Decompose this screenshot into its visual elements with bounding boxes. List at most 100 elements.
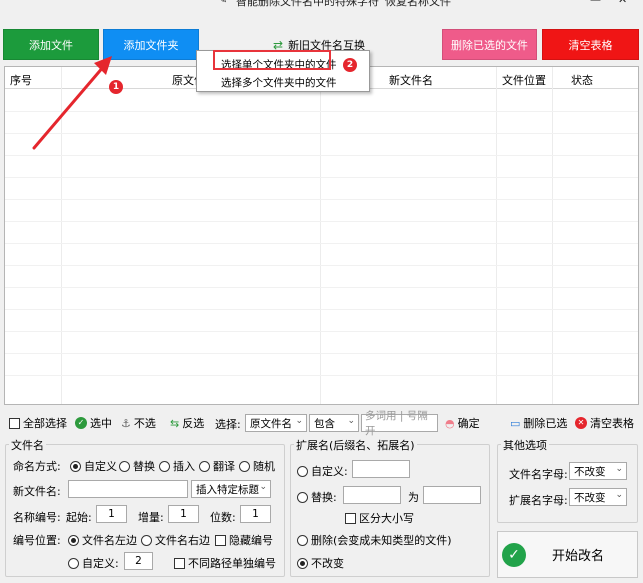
pos-right-label: 文件名右边 xyxy=(155,534,210,547)
ext-delete-radio[interactable]: 删除(会变成未知类型的文件) xyxy=(297,532,452,548)
mode-insert-label: 插入 xyxy=(173,460,195,473)
radio-icon xyxy=(68,534,79,546)
pos-left-radio[interactable]: 文件名左边 xyxy=(68,532,137,548)
extension-group-title: 扩展名(后缀名、拓展名) xyxy=(294,437,417,453)
separate-path-checkbox[interactable]: 不同路径单独编号 xyxy=(174,555,276,571)
chevron-down-icon: ⌄ xyxy=(615,464,623,474)
confirm-label: 确定 xyxy=(457,417,480,430)
digits-label: 位数: xyxy=(210,511,236,524)
start-label: 起始: xyxy=(66,511,92,524)
ext-case-label: 扩展名字母: xyxy=(509,494,568,507)
insert-title-select[interactable]: 插入特定标题 ⌄ xyxy=(191,480,271,498)
start-input[interactable]: 1 xyxy=(96,505,127,523)
ext-replace-label: 替换: xyxy=(311,491,337,504)
invert-icon: ⇆ xyxy=(170,416,180,430)
case-sensitive-checkbox[interactable]: 区分大小写 xyxy=(345,510,414,526)
number-label: 名称编号: xyxy=(13,511,61,524)
mode-translate-label: 翻译 xyxy=(213,460,235,473)
ext-case-value: 不改变 xyxy=(574,491,606,504)
mode-replace-radio[interactable]: 替换 xyxy=(119,458,155,474)
insert-title-value: 插入特定标题 xyxy=(196,483,259,496)
annotation-badge-1: 1 xyxy=(109,80,123,94)
ext-delete-label: 删除(会变成未知类型的文件) xyxy=(311,534,452,547)
confirm-icon: ◓ xyxy=(445,416,455,430)
select-button[interactable]: ✓ 选中 xyxy=(75,415,112,431)
ext-replace-to-input[interactable] xyxy=(423,486,481,504)
ext-custom-label: 自定义: xyxy=(311,465,348,478)
select-all-label: 全部选择 xyxy=(23,417,67,430)
separate-path-label: 不同路径单独编号 xyxy=(188,557,276,570)
check-circle-icon: ✓ xyxy=(75,417,87,429)
checkbox-icon xyxy=(9,417,20,429)
case-sensitive-label: 区分大小写 xyxy=(359,512,414,525)
ext-to-label: 为 xyxy=(408,491,419,504)
filename-case-value: 不改变 xyxy=(574,465,606,478)
clear-table-label: 清空表格 xyxy=(590,417,634,430)
checkbox-icon xyxy=(174,557,185,569)
pos-custom-radio[interactable]: 自定义: xyxy=(68,555,119,571)
radio-icon xyxy=(70,460,81,472)
checkbox-icon xyxy=(215,534,226,546)
select-label: 选中 xyxy=(90,417,112,430)
radio-icon xyxy=(159,460,170,472)
mode-custom-radio[interactable]: 自定义 xyxy=(70,458,117,474)
step-input[interactable]: 1 xyxy=(168,505,199,523)
other-options-title: 其他选项 xyxy=(501,437,549,453)
chevron-down-icon: ⌄ xyxy=(295,416,303,426)
radio-icon xyxy=(68,557,79,569)
clear-table-small-button[interactable]: ✕ 清空表格 xyxy=(575,415,634,431)
radio-icon xyxy=(119,460,130,472)
ext-custom-radio[interactable]: 自定义: xyxy=(297,463,348,479)
custom-position-input[interactable]: 2 xyxy=(124,552,153,570)
selection-toolbar: 全部选择 ✓ 选中 ⚓ 不选 ⇆ 反选 选择: 原文件名 ⌄ 包含 ⌄ 多词用 … xyxy=(0,410,643,437)
chevron-down-icon: ⌄ xyxy=(347,416,355,426)
pos-right-radio[interactable]: 文件名右边 xyxy=(141,532,210,548)
mode-translate-radio[interactable]: 翻译 xyxy=(199,458,235,474)
step-label: 增量: xyxy=(138,511,164,524)
other-options-group: 其他选项 xyxy=(497,437,638,523)
delete-selected-label: 删除已选 xyxy=(523,417,568,430)
radio-icon xyxy=(239,460,250,472)
check-circle-icon: ✓ xyxy=(502,542,526,567)
new-name-input[interactable] xyxy=(68,480,188,498)
digits-input[interactable]: 1 xyxy=(240,505,271,523)
hide-number-checkbox[interactable]: 隐藏编号 xyxy=(215,532,273,548)
filename-group-title: 文件名 xyxy=(9,437,46,453)
choose-label: 选择: xyxy=(215,418,241,431)
ext-no-change-radio[interactable]: 不改变 xyxy=(297,555,344,571)
radio-icon xyxy=(297,491,308,503)
field-select[interactable]: 原文件名 ⌄ xyxy=(245,414,307,432)
radio-icon xyxy=(297,557,308,569)
new-name-label: 新文件名: xyxy=(13,485,61,498)
close-circle-icon: ✕ xyxy=(575,417,587,429)
start-rename-label: 开始改名 xyxy=(552,549,605,564)
delete-selected-button[interactable]: ▭ 删除已选 xyxy=(510,415,567,431)
pos-custom-label: 自定义: xyxy=(82,557,119,570)
start-rename-button[interactable]: ✓ 开始改名 xyxy=(497,531,638,578)
invert-button[interactable]: ⇆ 反选 xyxy=(170,415,204,431)
unselect-label: 不选 xyxy=(133,417,156,430)
unselect-button[interactable]: ⚓ 不选 xyxy=(121,415,156,431)
mode-custom-label: 自定义 xyxy=(84,460,117,473)
filter-input[interactable]: 多词用 | 号隔开 xyxy=(361,410,438,437)
chevron-down-icon: ⌄ xyxy=(615,490,623,500)
filter-placeholder: 多词用 | 号隔开 xyxy=(365,410,428,437)
checkbox-icon xyxy=(345,512,356,524)
select-all-checkbox[interactable]: 全部选择 xyxy=(9,415,67,431)
radio-icon xyxy=(199,460,210,472)
mode-random-radio[interactable]: 随机 xyxy=(239,458,275,474)
anchor-icon: ⚓ xyxy=(121,416,131,430)
mode-insert-radio[interactable]: 插入 xyxy=(159,458,195,474)
filename-case-select[interactable]: 不改变 ⌄ xyxy=(569,462,627,480)
ext-replace-radio[interactable]: 替换: xyxy=(297,489,337,505)
ext-case-select[interactable]: 不改变 ⌄ xyxy=(569,488,627,506)
match-select-value: 包含 xyxy=(314,417,335,430)
ext-custom-input[interactable] xyxy=(352,460,410,478)
match-select[interactable]: 包含 ⌄ xyxy=(309,414,359,432)
invert-label: 反选 xyxy=(182,417,205,430)
confirm-button[interactable]: ◓ 确定 xyxy=(445,415,480,431)
position-label: 编号位置: xyxy=(13,534,61,547)
ext-replace-from-input[interactable] xyxy=(343,486,401,504)
delete-file-icon: ▭ xyxy=(510,416,521,430)
chevron-down-icon: ⌄ xyxy=(259,482,267,492)
